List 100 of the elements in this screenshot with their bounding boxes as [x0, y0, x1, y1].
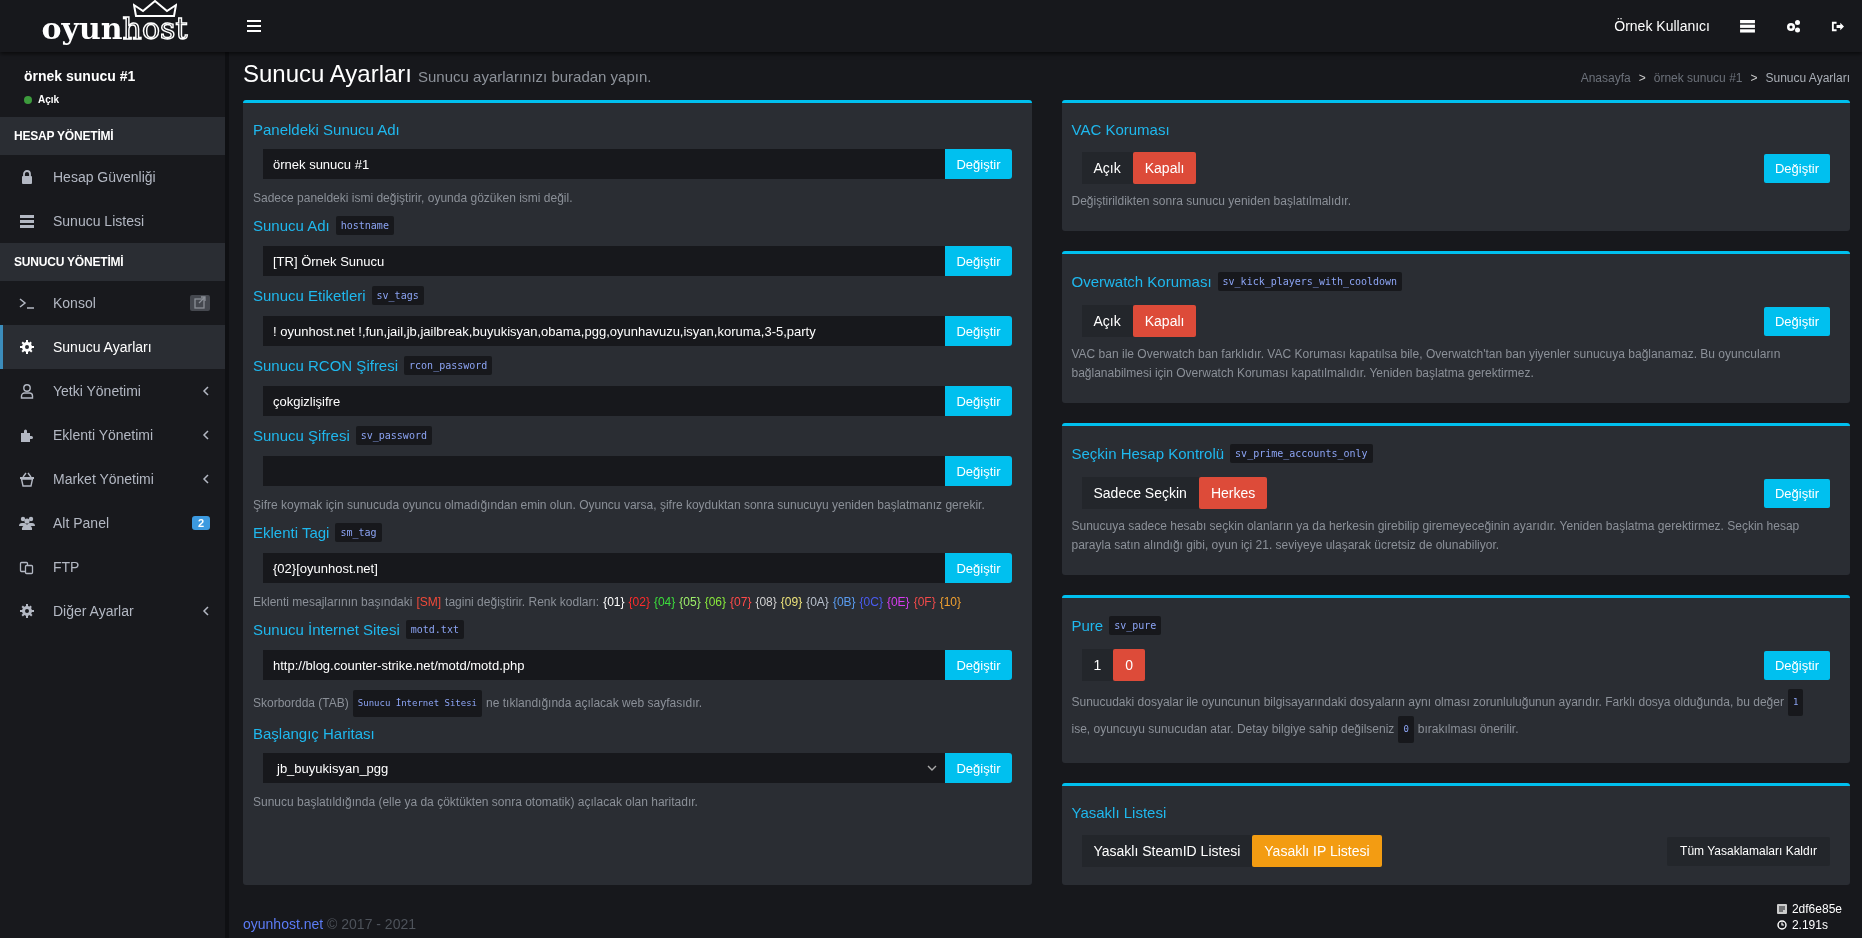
- color-code: {09}: [780, 594, 803, 611]
- field-label: Sunucu Adı: [253, 217, 330, 234]
- color-code: {0A}: [806, 594, 829, 611]
- color-code: {0F}: [913, 594, 936, 611]
- code-tag: rcon_password: [404, 356, 493, 375]
- count-badge: 2: [191, 516, 210, 530]
- input-field[interactable]: [TR] Örnek Sunucu: [263, 246, 946, 276]
- sidebar-item[interactable]: Eklenti Yönetimi: [0, 413, 225, 457]
- chevron-down-icon: [927, 765, 938, 771]
- server-list-button[interactable]: [1740, 19, 1755, 33]
- field-label: Başlangıç Haritası: [253, 725, 375, 742]
- sidebar-item[interactable]: Hesap Güvenliği: [0, 155, 225, 199]
- lock-icon: [19, 169, 35, 185]
- help-text: Şifre koymak için sunucuda oyuncu olmadığından emin olun. Oyuncu varsa, şifre koyduktan sonra sunucuyu yeniden başlatmanız gerekir.: [253, 497, 986, 514]
- color-code: {01}: [603, 594, 625, 611]
- code-tag: sv_kick_players_with_cooldown: [1217, 272, 1403, 291]
- help-text: Sunucu başlatıldığında (elle ya da çöktükten sonra otomatik) açılacak olan haritadır.: [253, 794, 699, 811]
- user-icon: [19, 383, 35, 399]
- section-heading: HESAP YÖNETİMİ: [0, 117, 225, 155]
- card-title: Pure: [1071, 617, 1104, 634]
- toggle-option[interactable]: Herkes: [1198, 477, 1268, 509]
- sidebar-item[interactable]: FTP: [0, 545, 225, 589]
- help-text: Sunucuya sadece hesabı seçkin olanların ya da herkesin girebilip giremeyeceğinin ayarıdır. Yeniden başlatma gerektirmez. Seçkin hesap parayla satın alındığı gibi, oyun içi 21. seviyeye ulaşarak ücretsiz de olunabiliyor.: [1071, 518, 1801, 554]
- code-tag: sv_password: [355, 426, 432, 445]
- sidebar-item[interactable]: Sunucu Listesi: [0, 199, 225, 243]
- help-text: Skorbordda (TAB): [253, 695, 349, 712]
- gear-icon: [19, 603, 35, 619]
- color-code: {0E}: [886, 594, 910, 611]
- color-code: {07}: [730, 594, 752, 611]
- help-text: ne tıklandığında açılacak web sayfasıdır.: [486, 695, 703, 712]
- sidebar-item[interactable]: Sunucu Ayarları: [0, 325, 225, 369]
- sidebar-item[interactable]: Market Yönetimi: [0, 457, 225, 501]
- basket-icon: [19, 471, 35, 487]
- field-label: Sunucu İnternet Sitesi: [253, 621, 400, 638]
- toggle-option[interactable]: Açık: [1081, 152, 1133, 184]
- tab[interactable]: Yasaklı SteamID Listesi: [1081, 835, 1253, 867]
- toggle-option[interactable]: Kapalı: [1132, 152, 1197, 184]
- document-icon: [1776, 904, 1787, 914]
- server-list-icon: [19, 213, 35, 229]
- card-title: VAC Koruması: [1071, 121, 1170, 138]
- code-tag: Sunucu İnternet Sitesi: [352, 690, 483, 717]
- puzzle-icon: [19, 427, 35, 443]
- sidebar-item[interactable]: Diğer Ayarlar: [0, 589, 225, 633]
- color-code: {0C}: [859, 594, 883, 611]
- input-field[interactable]: ! oyunhost.net !,fun,jail,jb,jailbreak,buyukisyan,obama,pgg,oyunhavuzu,isyan,koruma,3-5,party: [263, 316, 946, 346]
- code-tag: sv_prime_accounts_only: [1230, 444, 1373, 463]
- color-code: {10}: [939, 594, 962, 611]
- footer-link[interactable]: oyunhost.net: [243, 916, 324, 932]
- copy-icon: [19, 559, 35, 575]
- input-field[interactable]: çokgizlişifre: [263, 386, 946, 416]
- logo: oyunhost: [41, 14, 188, 44]
- toggle-option[interactable]: 0: [1113, 649, 1146, 681]
- remove-all-button[interactable]: Tüm Yasaklamaları Kaldır: [1667, 836, 1830, 866]
- toggle-option[interactable]: 1: [1081, 649, 1114, 681]
- sidebar-item[interactable]: Alt Panel 2: [0, 501, 225, 545]
- breadcrumb-link[interactable]: örnek sunucu #1: [1653, 71, 1743, 85]
- status-text: Açık: [38, 94, 60, 105]
- input-field[interactable]: örnek sunucu #1: [263, 149, 946, 179]
- breadcrumb-separator: >: [1638, 71, 1646, 85]
- help-text: bırakılması önerilir.: [1417, 721, 1519, 738]
- help-text: tagini değiştirir. Renk kodları:: [445, 594, 600, 611]
- settings-button[interactable]: [1785, 19, 1801, 33]
- sign-out-button[interactable]: [1831, 19, 1844, 33]
- user-name[interactable]: Örnek Kullanıcı: [1614, 18, 1710, 34]
- code-tag: motd.txt: [405, 620, 464, 639]
- section-heading: SUNUCU YÖNETİMİ: [0, 243, 225, 281]
- version-text: 2df6e85e: [1791, 902, 1842, 916]
- code-tag: sv_pure: [1109, 616, 1162, 635]
- page-subtitle: Sunucu ayarlarınızı buradan yapın.: [418, 68, 652, 85]
- page-title: Sunucu Ayarları: [243, 60, 412, 88]
- breadcrumb-current: Sunucu Ayarları: [1765, 71, 1850, 85]
- help-text: ise, oyuncuyu sunucudan atar. Detay bilgiye sahip değilseniz: [1071, 721, 1395, 738]
- render-time: 2.191s: [1791, 918, 1828, 932]
- server-name: örnek sunucu #1: [24, 68, 137, 84]
- server-list-icon: [1740, 19, 1755, 33]
- code-tag: 0: [1398, 716, 1414, 743]
- map-dropdown[interactable]: jb_buyukisyan_pgg: [263, 753, 946, 783]
- help-text: Sadece paneldeki ismi değiştirir, oyunda gözüken ismi değil.: [253, 190, 574, 207]
- code-tag: sv_tags: [371, 286, 424, 305]
- input-field[interactable]: http://blog.counter-strike.net/motd/motd.php: [263, 650, 946, 680]
- field-label: Eklenti Tagi: [253, 524, 330, 541]
- toggle-option[interactable]: Sadece Seçkin: [1081, 477, 1199, 509]
- breadcrumb-separator: >: [1750, 71, 1758, 85]
- input-field[interactable]: {02}[oyunhost.net]: [263, 553, 946, 583]
- breadcrumb-link[interactable]: Anasayfa: [1580, 71, 1631, 85]
- card-title: Overwatch Koruması: [1071, 273, 1212, 290]
- toggle-option[interactable]: Açık: [1081, 305, 1133, 337]
- input-field[interactable]: [263, 456, 946, 486]
- sidebar-item[interactable]: Konsol: [0, 281, 225, 325]
- card-title: Yasaklı Listesi: [1071, 804, 1167, 821]
- gear-icon: [19, 339, 35, 355]
- color-code: {08}: [755, 594, 777, 611]
- clock-icon: [1776, 920, 1787, 930]
- terminal-icon: [19, 295, 35, 311]
- field-label: Paneldeki Sunucu Adı: [253, 121, 400, 138]
- toggle-option[interactable]: Kapalı: [1132, 305, 1197, 337]
- sidebar-item[interactable]: Yetki Yönetimi: [0, 369, 225, 413]
- color-code: {02}: [628, 594, 650, 611]
- help-text: Değiştirildikten sonra sunucu yeniden başlatılmalıdır.: [1071, 193, 1352, 210]
- field-label: Sunucu Şifresi: [253, 427, 350, 444]
